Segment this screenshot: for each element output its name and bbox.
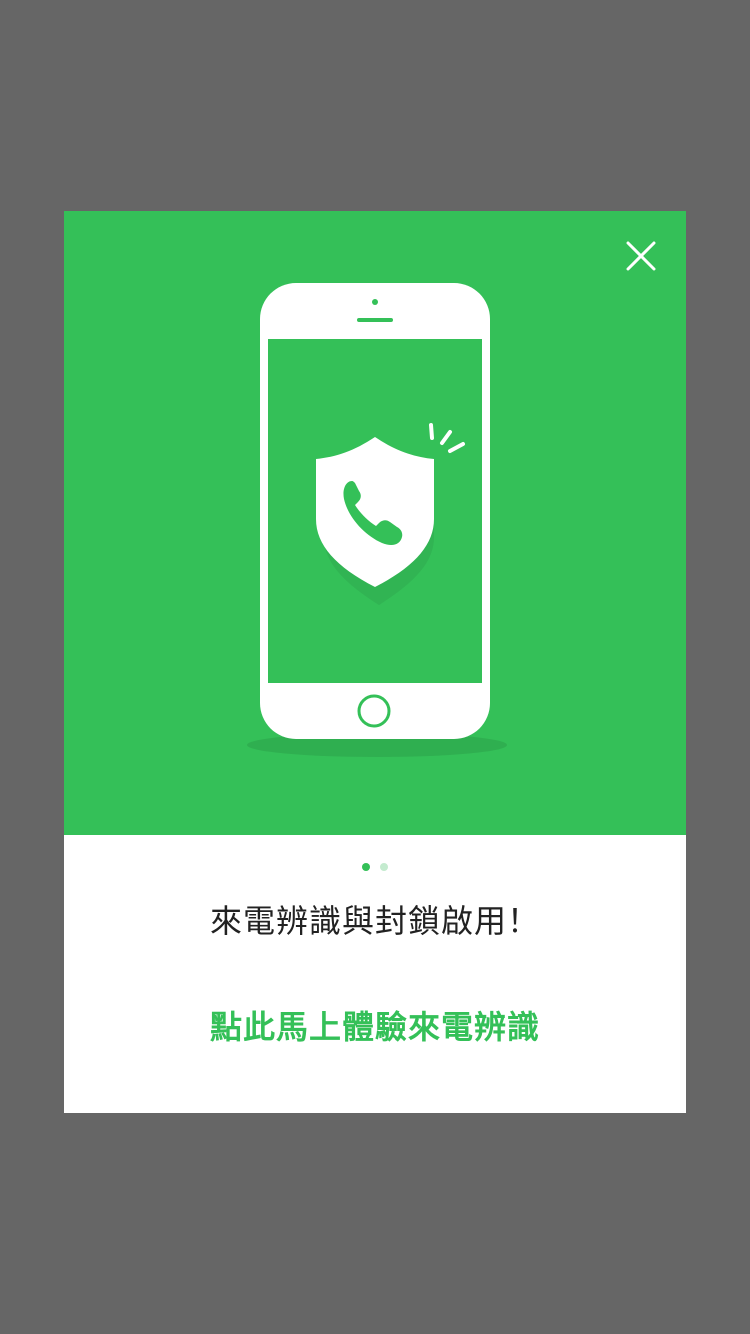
dialog-title: 來電辨識與封鎖啟用！ xyxy=(209,902,540,940)
hero-banner xyxy=(64,211,686,835)
close-icon xyxy=(626,241,656,271)
call-block-illustration xyxy=(247,283,507,757)
close-button[interactable] xyxy=(620,235,662,277)
page-dot-2[interactable] xyxy=(380,863,388,871)
page-dot-1[interactable] xyxy=(362,863,370,871)
try-caller-id-link[interactable]: 點此馬上體驗來電辨識 xyxy=(164,999,586,1055)
page-indicator xyxy=(64,863,686,873)
call-identification-dialog: 來電辨識與封鎖啟用！ 點此馬上體驗來電辨識 xyxy=(64,211,686,1113)
